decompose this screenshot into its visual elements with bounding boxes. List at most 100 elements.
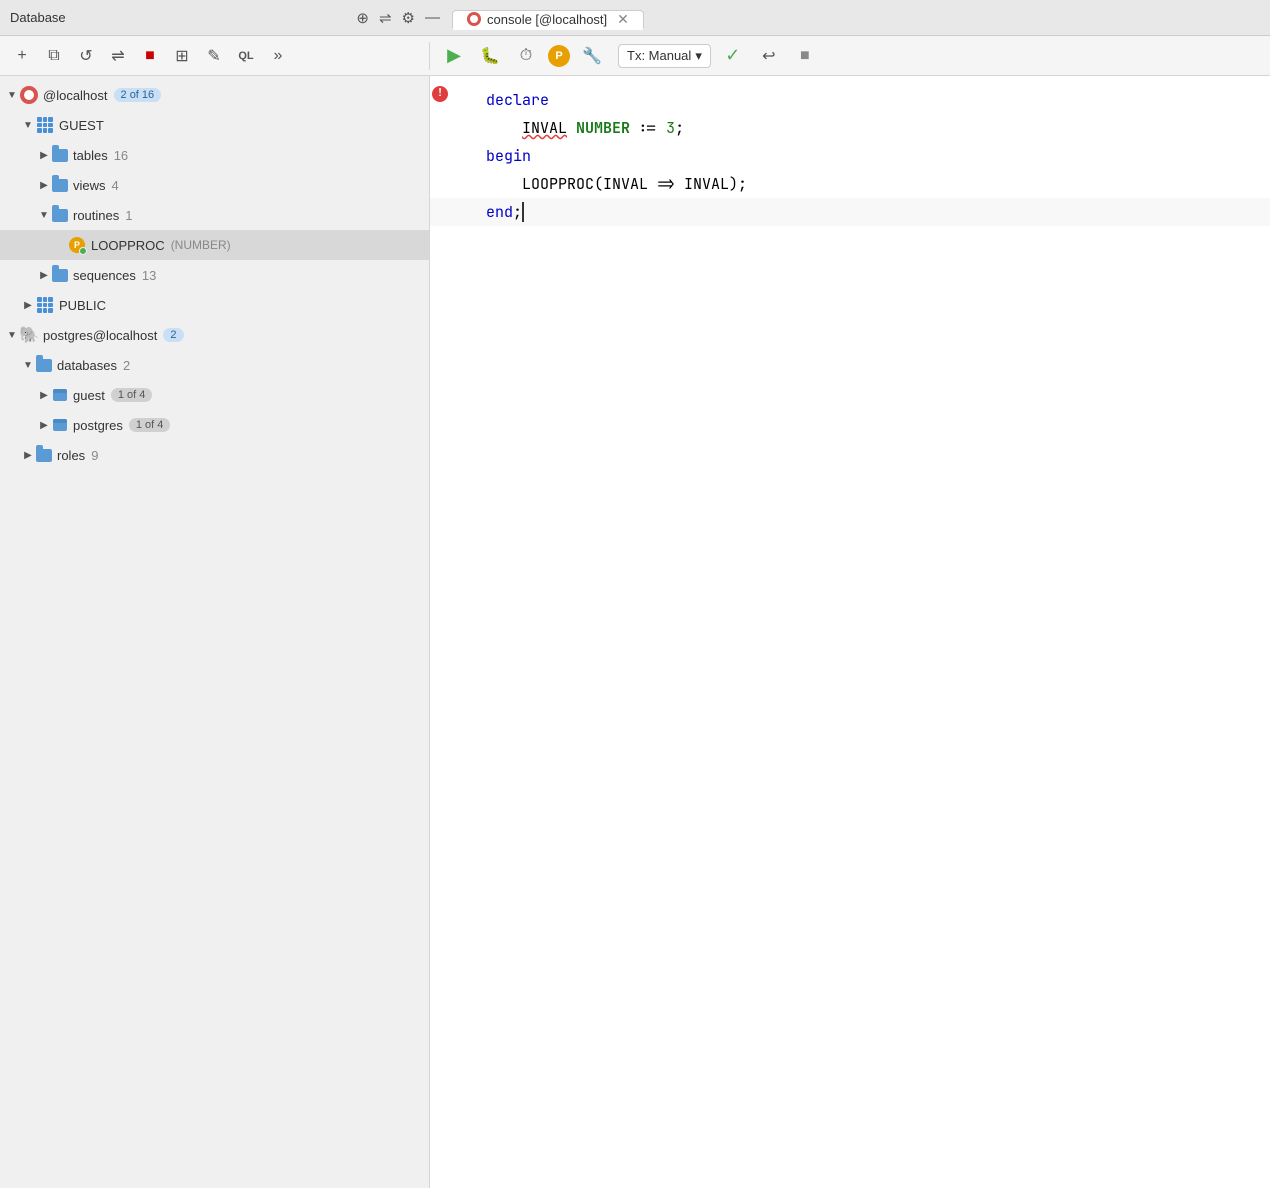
toolbar-right: ▶ 🐛 ⏱ P 🔧 Tx: Manual ▾ ✓ ↩ ■ xyxy=(430,42,1270,70)
postgres-db-label: postgres xyxy=(73,418,123,433)
stop-button[interactable]: ■ xyxy=(136,42,164,70)
localhost-icon xyxy=(20,86,38,104)
public-schema-arrow xyxy=(20,297,36,313)
views-count: 4 xyxy=(112,178,119,193)
postgres-host-arrow xyxy=(4,327,20,343)
sidebar-item-sequences[interactable]: sequences 13 xyxy=(0,260,429,290)
sidebar-item-guest-schema[interactable]: GUEST xyxy=(0,110,429,140)
line-3-number xyxy=(450,142,486,145)
more-button[interactable]: » xyxy=(264,42,292,70)
sidebar-item-postgres-host[interactable]: 🐘 postgres@localhost 2 xyxy=(0,320,429,350)
sidebar-item-databases[interactable]: databases 2 xyxy=(0,350,429,380)
line-2-content: INVAL NUMBER := 3; xyxy=(486,114,1270,142)
main-content: @localhost 2 of 16 GUEST tables 16 xyxy=(0,76,1270,1188)
tab-label: console [@localhost] xyxy=(487,12,607,27)
tables-count: 16 xyxy=(114,148,128,163)
tx-mode-selector[interactable]: Tx: Manual ▾ xyxy=(618,44,711,68)
guest-schema-icon xyxy=(36,117,54,133)
guest-schema-arrow xyxy=(20,117,36,133)
profile-button[interactable]: P xyxy=(548,45,570,67)
loopproc-type: (NUMBER) xyxy=(171,238,231,252)
roles-arrow xyxy=(20,447,36,463)
databases-arrow xyxy=(20,357,36,373)
tables-arrow xyxy=(36,147,52,163)
console-tab[interactable]: console [@localhost] ✕ xyxy=(452,10,644,30)
tab-close-button[interactable]: ✕ xyxy=(617,11,629,28)
routines-label: routines xyxy=(73,208,119,223)
title-bar-left: Database ⊕ ⇌ ⚙ — xyxy=(10,9,440,27)
main-toolbar: + ⧉ ↺ ⇌ ■ ⊞ ✎ QL » ▶ 🐛 ⏱ P 🔧 Tx: Manual … xyxy=(0,36,1270,76)
history-button[interactable]: ⏱ xyxy=(512,42,540,70)
guest-db-badge: 1 of 4 xyxy=(111,388,153,402)
postgres-host-badge: 2 xyxy=(163,328,183,342)
tab-db-icon xyxy=(467,12,481,26)
sequences-arrow xyxy=(36,267,52,283)
guest-db-icon xyxy=(52,387,68,403)
editor-line-5: end; xyxy=(430,198,1270,226)
app-title: Database xyxy=(10,10,66,25)
line-1-number xyxy=(450,86,486,89)
postgres-db-arrow xyxy=(36,417,52,433)
editor-line-3: begin xyxy=(430,142,1270,170)
localhost-arrow xyxy=(4,87,20,103)
sidebar-item-postgres-db[interactable]: postgres 1 of 4 xyxy=(0,410,429,440)
databases-label: databases xyxy=(57,358,117,373)
database-tree: @localhost 2 of 16 GUEST tables 16 xyxy=(0,76,430,1188)
settings-button[interactable]: 🔧 xyxy=(578,42,606,70)
tx-dropdown-icon: ▾ xyxy=(695,48,702,64)
grid-button[interactable]: ⊞ xyxy=(168,42,196,70)
postgres-db-badge: 1 of 4 xyxy=(129,418,171,432)
run-button[interactable]: ▶ xyxy=(440,42,468,70)
databases-count: 2 xyxy=(123,358,130,373)
sidebar-item-views[interactable]: views 4 xyxy=(0,170,429,200)
databases-icon xyxy=(36,359,52,372)
error-indicator: ! xyxy=(432,86,448,102)
sidebar-item-roles[interactable]: roles 9 xyxy=(0,440,429,470)
public-schema-icon xyxy=(36,297,54,313)
sql-editor[interactable]: ! declare INVAL NUMBER := 3; begin xyxy=(430,76,1270,1188)
minimize-icon[interactable]: — xyxy=(425,9,440,26)
sidebar-item-public-schema[interactable]: PUBLIC xyxy=(0,290,429,320)
sidebar-item-tables[interactable]: tables 16 xyxy=(0,140,429,170)
filter-button[interactable]: ⇌ xyxy=(104,42,132,70)
line-4-content: LOOPPROC(INVAL => INVAL); xyxy=(486,170,1270,198)
routines-icon xyxy=(52,209,68,222)
editor-content: ! declare INVAL NUMBER := 3; begin xyxy=(430,76,1270,236)
editor-line-4: LOOPPROC(INVAL => INVAL); xyxy=(430,170,1270,198)
add-button[interactable]: + xyxy=(8,42,36,70)
filter-icon[interactable]: ⇌ xyxy=(379,9,392,27)
views-arrow xyxy=(36,177,52,193)
sidebar-item-guest-db[interactable]: guest 1 of 4 xyxy=(0,380,429,410)
copy-button[interactable]: ⧉ xyxy=(40,42,68,70)
sidebar-item-routines[interactable]: routines 1 xyxy=(0,200,429,230)
line-1-content: declare xyxy=(486,86,1270,114)
line-1-error: ! xyxy=(430,86,450,102)
debug-button[interactable]: 🐛 xyxy=(476,42,504,70)
cancel-button[interactable]: ■ xyxy=(791,42,819,70)
routines-count: 1 xyxy=(125,208,132,223)
guest-schema-label: GUEST xyxy=(59,118,104,133)
commit-button[interactable]: ✓ xyxy=(719,42,747,70)
loopproc-icon: P xyxy=(68,236,86,254)
roles-icon xyxy=(36,449,52,462)
tables-label: tables xyxy=(73,148,108,163)
ql-button[interactable]: QL xyxy=(232,42,260,70)
add-connection-icon[interactable]: ⊕ xyxy=(356,9,369,27)
edit-button[interactable]: ✎ xyxy=(200,42,228,70)
postgres-host-icon: 🐘 xyxy=(20,326,38,344)
toolbar-left: + ⧉ ↺ ⇌ ■ ⊞ ✎ QL » xyxy=(0,42,430,70)
line-2-number xyxy=(450,114,486,117)
views-icon xyxy=(52,179,68,192)
tables-icon xyxy=(52,149,68,162)
tx-label: Tx: Manual xyxy=(627,48,691,63)
views-label: views xyxy=(73,178,106,193)
routines-arrow xyxy=(36,207,52,223)
settings-icon[interactable]: ⚙ xyxy=(402,9,415,27)
sequences-count: 13 xyxy=(142,268,156,283)
sidebar-item-localhost[interactable]: @localhost 2 of 16 xyxy=(0,80,429,110)
title-bar: Database ⊕ ⇌ ⚙ — console [@localhost] ✕ xyxy=(0,0,1270,36)
sidebar-item-loopproc[interactable]: P LOOPPROC (NUMBER) xyxy=(0,230,429,260)
postgres-db-icon xyxy=(52,417,68,433)
rollback-button[interactable]: ↩ xyxy=(755,42,783,70)
refresh-button[interactable]: ↺ xyxy=(72,42,100,70)
